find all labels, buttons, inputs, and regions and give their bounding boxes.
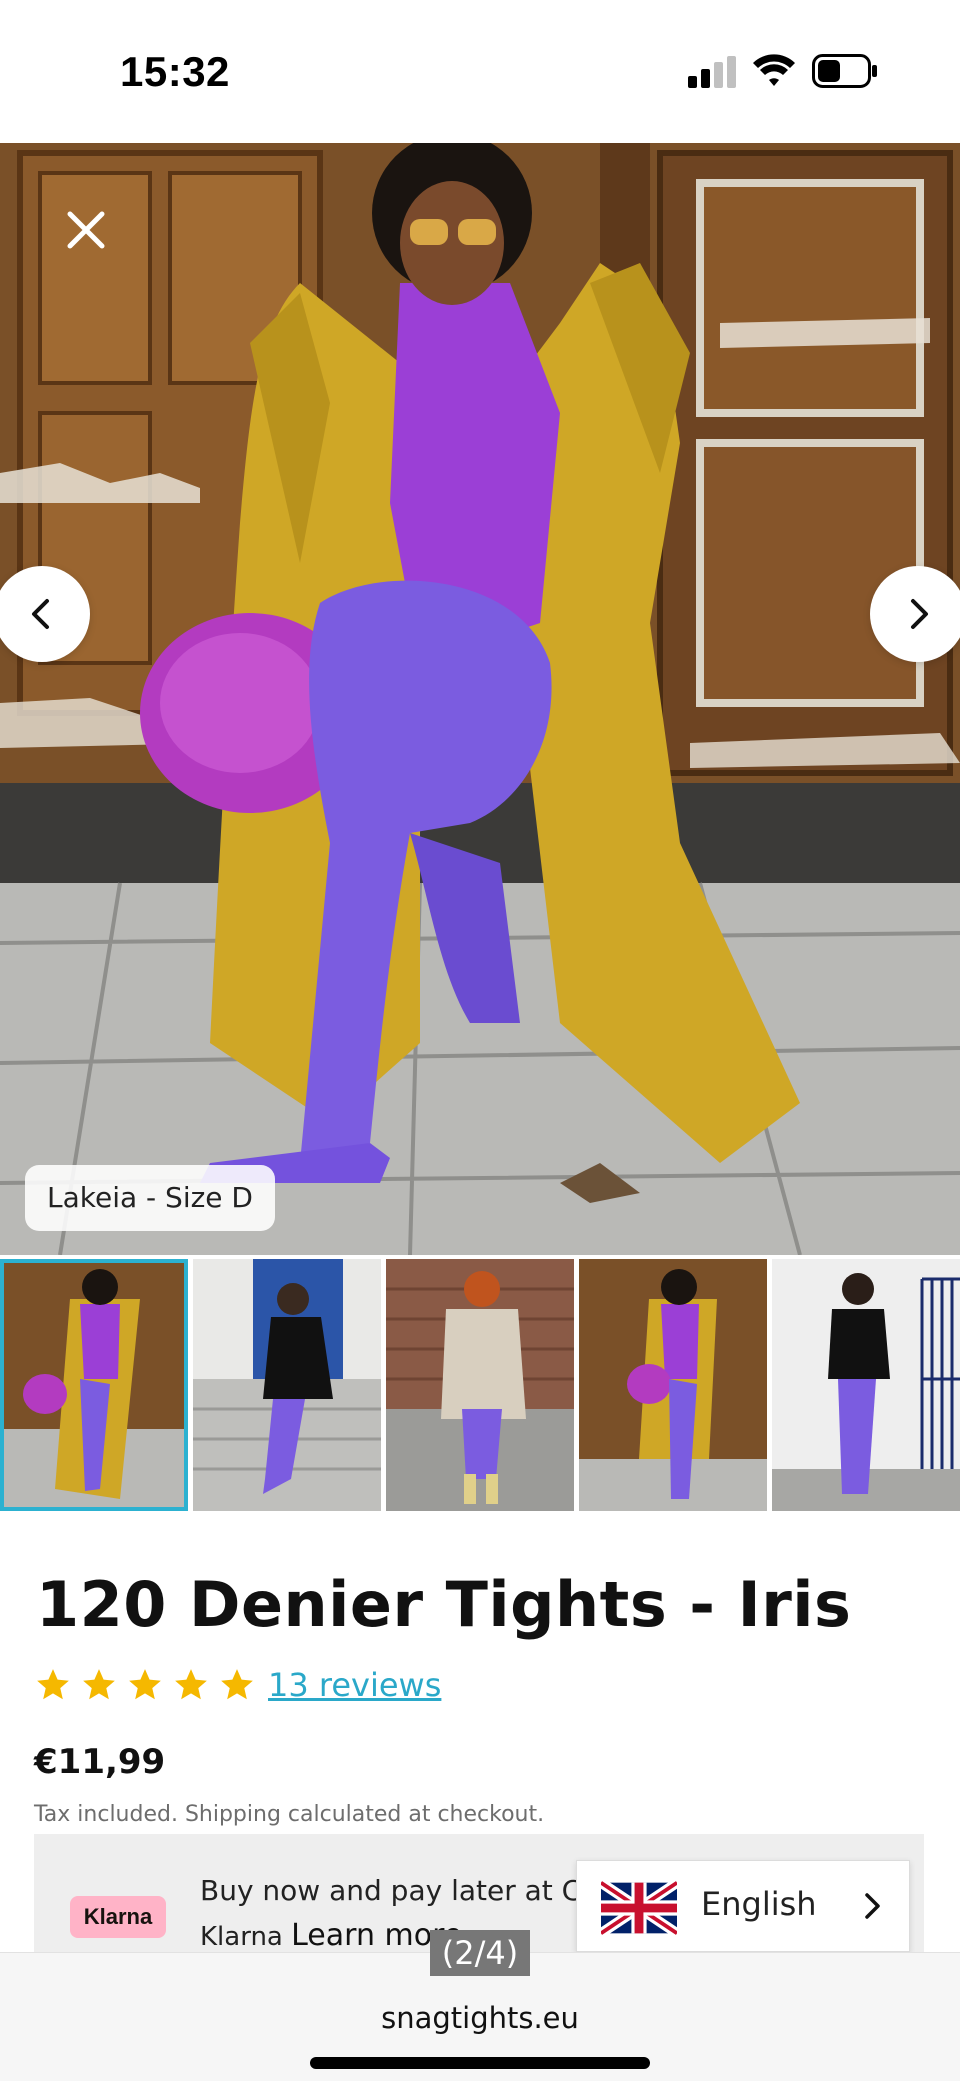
star-icon bbox=[83, 1669, 115, 1700]
product-price: €11,99 bbox=[34, 1742, 166, 1782]
home-indicator bbox=[310, 2057, 650, 2069]
thumbnail-image bbox=[193, 1259, 381, 1511]
reviews-link[interactable]: 13 reviews bbox=[268, 1666, 441, 1704]
wifi-icon bbox=[753, 54, 795, 86]
battery-icon bbox=[812, 54, 877, 88]
chevron-right-icon bbox=[865, 1893, 880, 1919]
thumbnail-5[interactable] bbox=[772, 1259, 960, 1511]
model-photo bbox=[0, 143, 960, 1255]
close-icon[interactable] bbox=[62, 206, 110, 254]
klarna-message: Buy now and pay later at C bbox=[200, 1874, 582, 1907]
language-label: English bbox=[701, 1885, 817, 1923]
product-main-image[interactable]: Lakeia - Size D bbox=[0, 143, 960, 1255]
next-image-button[interactable] bbox=[870, 566, 960, 662]
product-title: 120 Denier Tights - Iris bbox=[36, 1568, 852, 1641]
chevron-right-icon bbox=[911, 599, 928, 629]
thumbnail-image bbox=[386, 1259, 574, 1511]
klarna-logo: Klarna bbox=[70, 1896, 166, 1938]
thumbnail-2[interactable] bbox=[193, 1259, 381, 1511]
image-caption: Lakeia - Size D bbox=[25, 1165, 275, 1231]
status-time: 15:32 bbox=[120, 48, 230, 95]
product-rating: 13 reviews bbox=[34, 1666, 441, 1704]
chevron-left-icon bbox=[32, 599, 49, 629]
tax-note: Tax included. Shipping calculated at che… bbox=[34, 1802, 545, 1827]
thumbnail-strip bbox=[0, 1259, 960, 1511]
star-icon bbox=[37, 1669, 69, 1700]
klarna-brand-text: Klarna bbox=[200, 1922, 283, 1952]
thumbnail-4[interactable] bbox=[579, 1259, 767, 1511]
uk-flag-icon bbox=[601, 1881, 677, 1935]
cellular-signal-icon bbox=[688, 56, 736, 88]
thumbnail-image bbox=[0, 1259, 188, 1511]
image-counter: (2/4) bbox=[430, 1930, 530, 1976]
thumbnail-1[interactable] bbox=[0, 1259, 188, 1511]
url-label[interactable]: snagtights.eu bbox=[0, 2001, 960, 2035]
star-icon bbox=[129, 1669, 161, 1700]
status-bar: 15:32 bbox=[0, 0, 960, 143]
language-selector[interactable]: English bbox=[576, 1860, 910, 1952]
star-icon bbox=[221, 1669, 253, 1700]
thumbnail-image bbox=[579, 1259, 767, 1511]
thumbnail-image bbox=[772, 1259, 960, 1511]
klarna-message-line2: Klarna Learn more bbox=[200, 1918, 462, 1953]
star-icon bbox=[175, 1669, 207, 1700]
thumbnail-3[interactable] bbox=[386, 1259, 574, 1511]
